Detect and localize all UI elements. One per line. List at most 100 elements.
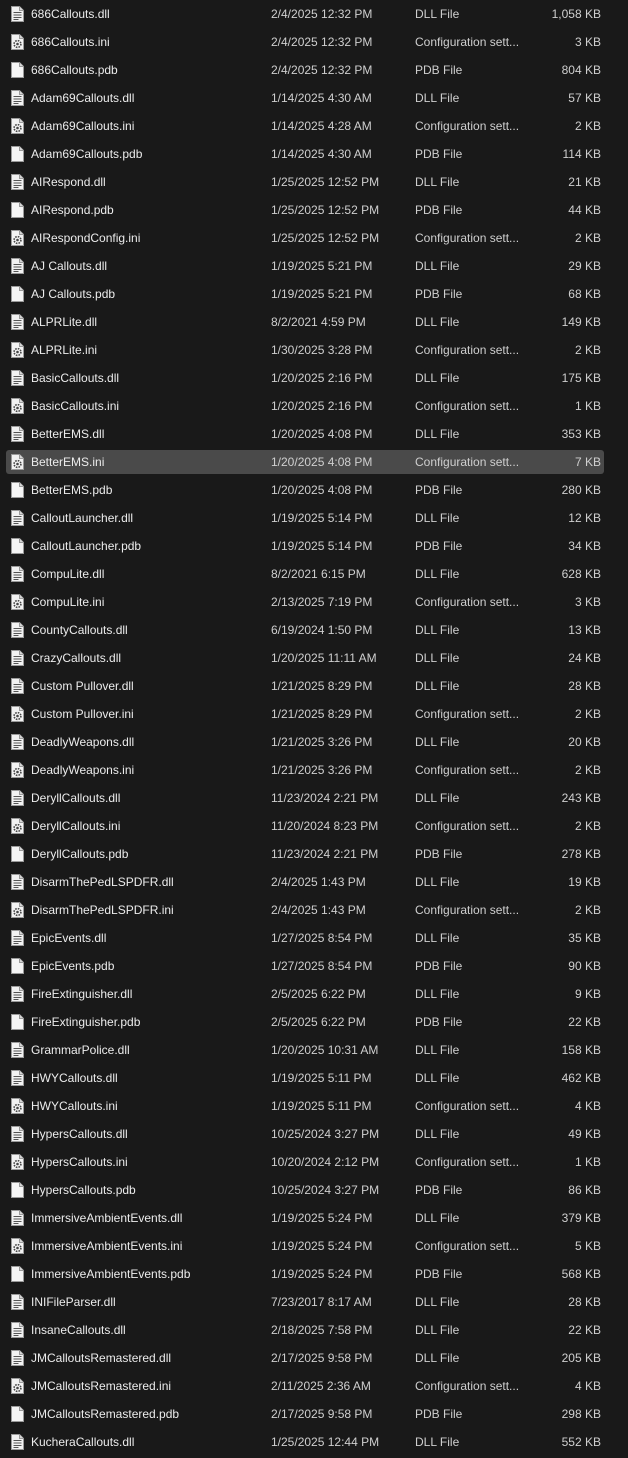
file-row[interactable]: CalloutLauncher.dll 1/19/2025 5:14 PM DL… xyxy=(0,504,628,532)
file-date-modified: 1/19/2025 5:21 PM xyxy=(271,259,373,273)
file-date-modified: 10/25/2024 3:27 PM xyxy=(271,1183,380,1197)
file-size: 68 KB xyxy=(568,287,601,301)
file-row[interactable]: KucheraCallouts.dll 1/25/2025 12:44 PM D… xyxy=(0,1428,628,1456)
file-type: Configuration sett... xyxy=(415,399,520,413)
file-row[interactable]: CountyCallouts.dll 6/19/2024 1:50 PM DLL… xyxy=(0,616,628,644)
file-name: BetterEMS.ini xyxy=(31,455,105,469)
file-row[interactable]: Custom Pullover.dll 1/21/2025 8:29 PM DL… xyxy=(0,672,628,700)
file-name: DeryllCallouts.ini xyxy=(31,819,121,833)
file-row[interactable]: DeryllCallouts.pdb 11/23/2024 2:21 PM PD… xyxy=(0,840,628,868)
file-size: 19 KB xyxy=(568,875,601,889)
file-row[interactable]: BetterEMS.dll 1/20/2025 4:08 PM DLL File… xyxy=(0,420,628,448)
file-row[interactable]: DeryllCallouts.ini 11/20/2024 8:23 PM Co… xyxy=(0,812,628,840)
file-row[interactable]: HWYCallouts.ini 1/19/2025 5:11 PM Config… xyxy=(0,1092,628,1120)
dll-file-icon xyxy=(11,622,24,638)
file-row[interactable]: CompuLite.dll 8/2/2021 6:15 PM DLL File … xyxy=(0,560,628,588)
file-row[interactable]: Adam69Callouts.pdb 1/14/2025 4:30 AM PDB… xyxy=(0,140,628,168)
file-row[interactable]: JMCalloutsRemastered.pdb 2/17/2025 9:58 … xyxy=(0,1400,628,1428)
file-row[interactable]: DeryllCallouts.dll 11/23/2024 2:21 PM DL… xyxy=(0,784,628,812)
file-name: HypersCallouts.ini xyxy=(31,1155,128,1169)
file-row[interactable]: DisarmThePedLSPDFR.ini 2/4/2025 1:43 PM … xyxy=(0,896,628,924)
file-row[interactable]: ALPRLite.dll 8/2/2021 4:59 PM DLL File 1… xyxy=(0,308,628,336)
file-type: DLL File xyxy=(415,427,460,441)
file-row[interactable]: DeadlyWeapons.dll 1/21/2025 3:26 PM DLL … xyxy=(0,728,628,756)
file-row[interactable]: INIFileParser.dll 7/23/2017 8:17 AM DLL … xyxy=(0,1288,628,1316)
blank-file-icon xyxy=(11,538,24,554)
file-size: 2 KB xyxy=(574,903,601,917)
file-row[interactable]: Custom Pullover.ini 1/21/2025 8:29 PM Co… xyxy=(0,700,628,728)
file-row[interactable]: DisarmThePedLSPDFR.dll 2/4/2025 1:43 PM … xyxy=(0,868,628,896)
file-size: 379 KB xyxy=(561,1211,601,1225)
file-row[interactable]: CompuLite.ini 2/13/2025 7:19 PM Configur… xyxy=(0,588,628,616)
file-size: 2 KB xyxy=(574,763,601,777)
file-row[interactable]: AJ Callouts.pdb 1/19/2025 5:21 PM PDB Fi… xyxy=(0,280,628,308)
file-date-modified: 2/18/2025 7:58 PM xyxy=(271,1323,373,1337)
file-row[interactable]: ImmersiveAmbientEvents.pdb 1/19/2025 5:2… xyxy=(0,1260,628,1288)
file-row[interactable]: 686Callouts.ini 2/4/2025 12:32 PM Config… xyxy=(0,28,628,56)
file-type: DLL File xyxy=(415,679,460,693)
file-name: CountyCallouts.dll xyxy=(31,623,128,637)
file-row[interactable]: ImmersiveAmbientEvents.ini 1/19/2025 5:2… xyxy=(0,1232,628,1260)
file-size: 1,058 KB xyxy=(551,7,601,21)
file-row-selected[interactable]: BetterEMS.ini 1/20/2025 4:08 PM Configur… xyxy=(0,448,628,476)
dll-file-icon xyxy=(11,90,24,106)
config-file-icon xyxy=(11,1098,24,1114)
file-row[interactable]: CalloutLauncher.pdb 1/19/2025 5:14 PM PD… xyxy=(0,532,628,560)
file-row[interactable]: InsaneCallouts.dll 2/18/2025 7:58 PM DLL… xyxy=(0,1316,628,1344)
file-date-modified: 1/25/2025 12:52 PM xyxy=(271,231,380,245)
file-row[interactable]: EpicEvents.pdb 1/27/2025 8:54 PM PDB Fil… xyxy=(0,952,628,980)
file-row[interactable]: HypersCallouts.dll 10/25/2024 3:27 PM DL… xyxy=(0,1120,628,1148)
file-name: 686Callouts.ini xyxy=(31,35,110,49)
file-date-modified: 1/27/2025 8:54 PM xyxy=(271,931,373,945)
blank-file-icon xyxy=(11,1406,24,1422)
file-row[interactable]: HypersCallouts.ini 10/20/2024 2:12 PM Co… xyxy=(0,1148,628,1176)
file-date-modified: 1/30/2025 3:28 PM xyxy=(271,343,373,357)
file-name: KucheraCallouts.dll xyxy=(31,1435,135,1449)
file-row[interactable]: ALPRLite.ini 1/30/2025 3:28 PM Configura… xyxy=(0,336,628,364)
file-row[interactable]: ImmersiveAmbientEvents.dll 1/19/2025 5:2… xyxy=(0,1204,628,1232)
file-row[interactable]: FireExtinguisher.dll 2/5/2025 6:22 PM DL… xyxy=(0,980,628,1008)
file-size: 44 KB xyxy=(568,203,601,217)
file-row[interactable]: EpicEvents.dll 1/27/2025 8:54 PM DLL Fil… xyxy=(0,924,628,952)
file-date-modified: 2/4/2025 1:43 PM xyxy=(271,875,366,889)
file-row[interactable]: AIRespond.pdb 1/25/2025 12:52 PM PDB Fil… xyxy=(0,196,628,224)
file-row[interactable]: BasicCallouts.dll 1/20/2025 2:16 PM DLL … xyxy=(0,364,628,392)
file-size: 28 KB xyxy=(568,679,601,693)
file-row[interactable]: Adam69Callouts.ini 1/14/2025 4:28 AM Con… xyxy=(0,112,628,140)
file-size: 353 KB xyxy=(561,427,601,441)
dll-file-icon xyxy=(11,426,24,442)
dll-file-icon xyxy=(11,370,24,386)
file-row[interactable]: GrammarPolice.dll 1/20/2025 10:31 AM DLL… xyxy=(0,1036,628,1064)
dll-file-icon xyxy=(11,1042,24,1058)
file-type: DLL File xyxy=(415,931,460,945)
file-date-modified: 1/25/2025 12:52 PM xyxy=(271,175,380,189)
file-row[interactable]: 686Callouts.dll 2/4/2025 12:32 PM DLL Fi… xyxy=(0,0,628,28)
file-row[interactable]: Adam69Callouts.dll 1/14/2025 4:30 AM DLL… xyxy=(0,84,628,112)
file-row[interactable]: FireExtinguisher.pdb 2/5/2025 6:22 PM PD… xyxy=(0,1008,628,1036)
file-size: 568 KB xyxy=(561,1267,601,1281)
file-row[interactable]: HypersCallouts.pdb 10/25/2024 3:27 PM PD… xyxy=(0,1176,628,1204)
file-row[interactable]: HWYCallouts.dll 1/19/2025 5:11 PM DLL Fi… xyxy=(0,1064,628,1092)
dll-file-icon xyxy=(11,1350,24,1366)
file-type: DLL File xyxy=(415,1351,460,1365)
file-row[interactable]: 686Callouts.pdb 2/4/2025 12:32 PM PDB Fi… xyxy=(0,56,628,84)
dll-file-icon xyxy=(11,1070,24,1086)
file-name: BasicCallouts.ini xyxy=(31,399,120,413)
file-row[interactable]: JMCalloutsRemastered.dll 2/17/2025 9:58 … xyxy=(0,1344,628,1372)
file-size: 57 KB xyxy=(568,91,601,105)
file-row[interactable]: BasicCallouts.ini 1/20/2025 2:16 PM Conf… xyxy=(0,392,628,420)
file-row[interactable]: AIRespondConfig.ini 1/25/2025 12:52 PM C… xyxy=(0,224,628,252)
file-row[interactable]: AIRespond.dll 1/25/2025 12:52 PM DLL Fil… xyxy=(0,168,628,196)
file-date-modified: 2/17/2025 9:58 PM xyxy=(271,1351,373,1365)
file-name: Adam69Callouts.dll xyxy=(31,91,135,105)
file-row[interactable]: AJ Callouts.dll 1/19/2025 5:21 PM DLL Fi… xyxy=(0,252,628,280)
file-size: 22 KB xyxy=(568,1323,601,1337)
file-row[interactable]: JMCalloutsRemastered.ini 2/11/2025 2:36 … xyxy=(0,1372,628,1400)
file-row[interactable]: BetterEMS.pdb 1/20/2025 4:08 PM PDB File… xyxy=(0,476,628,504)
file-name: BasicCallouts.dll xyxy=(31,371,120,385)
file-name: JMCalloutsRemastered.pdb xyxy=(31,1407,180,1421)
file-date-modified: 2/17/2025 9:58 PM xyxy=(271,1407,373,1421)
file-row[interactable]: DeadlyWeapons.ini 1/21/2025 3:26 PM Conf… xyxy=(0,756,628,784)
file-name: EpicEvents.dll xyxy=(31,931,107,945)
file-row[interactable]: CrazyCallouts.dll 1/20/2025 11:11 AM DLL… xyxy=(0,644,628,672)
